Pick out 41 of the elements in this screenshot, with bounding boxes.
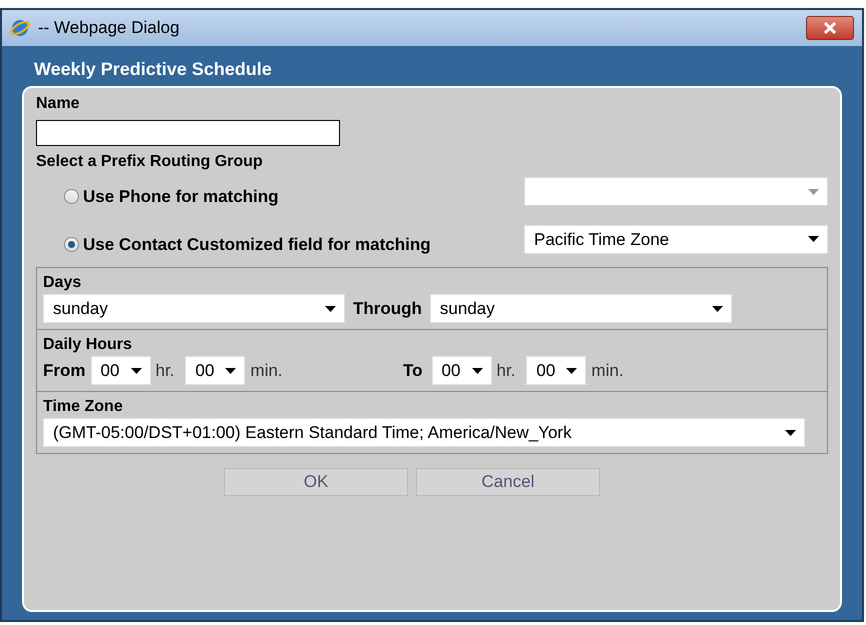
day-dropdown[interactable]: sunday <box>430 294 732 323</box>
caret-icon <box>785 430 796 436</box>
caret-icon <box>325 306 336 312</box>
field-label: Days <box>43 274 82 292</box>
caret-icon <box>566 368 578 374</box>
dialog-heading: Weekly Predictive Schedule <box>34 58 273 80</box>
field-label: Daily Hours <box>43 336 133 354</box>
name-input[interactable] <box>36 120 340 146</box>
dialog-button[interactable]: OK <box>224 468 408 496</box>
dropdown[interactable]: Pacific Time Zone <box>524 224 828 254</box>
minute-dropdown[interactable]: 00 <box>185 356 246 385</box>
caret-icon <box>130 368 142 374</box>
caret-icon <box>225 368 236 374</box>
field-label: Through <box>353 298 422 320</box>
minute-dropdown[interactable]: 00 <box>526 356 586 385</box>
radio-button[interactable] <box>64 236 79 252</box>
caret-icon <box>808 236 819 242</box>
close-button[interactable] <box>806 16 854 40</box>
radio-button[interactable] <box>64 189 79 204</box>
unit-label: hr. <box>496 360 516 382</box>
window-title: -- Webpage Dialog <box>38 17 180 40</box>
day-dropdown[interactable]: sunday <box>43 294 345 323</box>
hour-dropdown[interactable]: 00 <box>432 356 492 385</box>
time-zone-dropdown[interactable]: (GMT-05:00/DST+01:00) Eastern Standard Time; America/New_York <box>43 418 805 447</box>
unit-label: hr. <box>156 360 174 382</box>
unit-label: min. <box>250 360 283 382</box>
caret-icon <box>808 188 819 195</box>
browser-logo-icon <box>10 18 30 38</box>
close-icon <box>824 22 836 34</box>
dialog-button[interactable]: Cancel <box>416 468 600 496</box>
field-label: From <box>43 360 86 382</box>
field-label: Time Zone <box>43 398 124 416</box>
field-label: Name <box>36 94 81 114</box>
field-label: To <box>403 360 423 382</box>
caret-icon <box>472 368 483 374</box>
unit-label: min. <box>591 360 624 382</box>
radio-label: Use Contact Customized field for matching <box>83 234 431 256</box>
radio-label: Use Phone for matching <box>83 186 279 208</box>
hour-dropdown[interactable]: 00 <box>90 356 150 385</box>
section-label: Select a Prefix Routing Group <box>36 152 264 172</box>
caret-icon <box>712 306 723 312</box>
